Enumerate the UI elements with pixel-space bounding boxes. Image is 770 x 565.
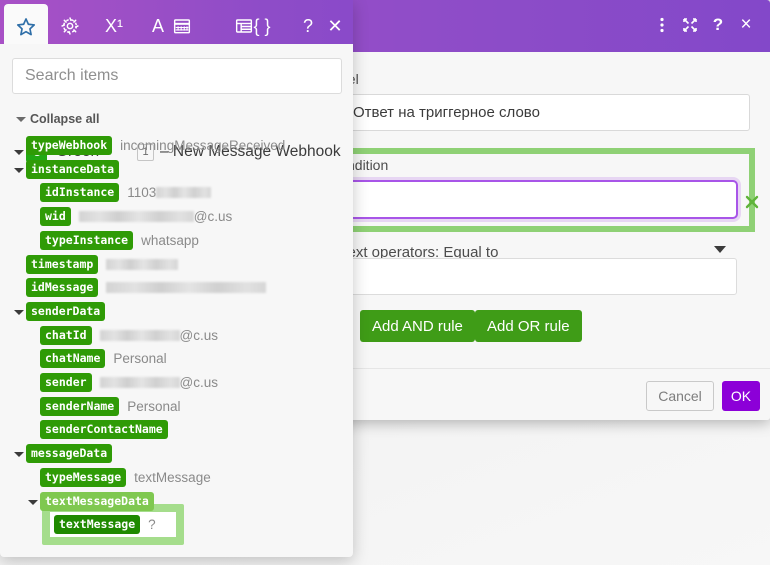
add-and-rule-button[interactable]: Add AND rule [360, 310, 475, 342]
tree-item-key[interactable]: chatName [40, 349, 105, 368]
condition-field-label: ndition [347, 157, 388, 173]
condition-value-input[interactable] [340, 258, 737, 295]
tree-item-key[interactable]: typeMessage [40, 468, 126, 487]
remove-condition-icon[interactable] [745, 195, 761, 211]
tree-item-key[interactable]: typeWebhook [26, 136, 112, 155]
tree-item[interactable]: idInstance 1103 [40, 183, 211, 202]
tab-close-picker[interactable]: ✕ [313, 4, 353, 48]
condition-input-wrap [346, 180, 738, 219]
item-tree: typeWebhook incomingMessageReceivedinstan… [0, 136, 353, 536]
tree-item[interactable]: sender @c.us [40, 373, 218, 392]
tree-item-key[interactable]: wid [40, 207, 71, 226]
condition-drop-zone[interactable]: ndition [335, 148, 755, 232]
tab-json[interactable]: { } [240, 4, 284, 48]
tree-item-value: textMessage [134, 470, 211, 485]
tree-item-key[interactable]: timestamp [26, 255, 98, 274]
tree-item-value-suffix: @c.us [180, 328, 218, 343]
tree-item-value-suffix: @c.us [180, 375, 218, 390]
tree-item-key[interactable]: typeInstance [40, 231, 133, 250]
tree-caret-icon[interactable] [14, 452, 24, 457]
kebab-menu-icon[interactable] [650, 14, 674, 38]
tree-item-value: whatsapp [141, 233, 199, 248]
tree-item-key[interactable]: idMessage [26, 278, 98, 297]
tree-item-key[interactable]: chatId [40, 326, 92, 345]
ok-button[interactable]: OK [722, 381, 760, 411]
tree-item-key[interactable]: sender [40, 373, 92, 392]
tree-item[interactable]: typeMessage textMessage [40, 468, 211, 487]
tree-item-value-suffix: @c.us [194, 209, 232, 224]
tree-item[interactable]: senderContactName [40, 420, 168, 439]
redacted-value [79, 211, 194, 222]
tree-item-key[interactable]: senderData [26, 302, 105, 321]
tree-item-value: Personal [113, 351, 166, 366]
tree-item[interactable]: chatName Personal [40, 349, 167, 368]
tree-item-value: Personal [127, 399, 180, 414]
tab-close-label: ✕ [313, 4, 353, 48]
tree-item[interactable]: textMessage? [54, 515, 156, 534]
add-or-rule-button[interactable]: Add OR rule [475, 310, 582, 342]
tree-item[interactable]: chatId @c.us [40, 326, 218, 345]
tab-formula[interactable]: X¹ [92, 4, 136, 48]
tree-item-key[interactable]: senderName [40, 397, 119, 416]
screen: t up a filter ? × bel ndition [0, 0, 770, 565]
search-input[interactable] [12, 58, 342, 94]
condition-input[interactable] [346, 180, 738, 219]
tree-item[interactable]: idMessage [26, 278, 266, 297]
tab-settings[interactable] [48, 4, 92, 48]
redacted-value [100, 330, 180, 341]
tree-item-key[interactable]: instanceData [26, 160, 119, 179]
tree-item-key[interactable]: idInstance [40, 183, 119, 202]
picker-tabbar: X¹ A [0, 0, 353, 48]
tab-date-calendar[interactable] [160, 4, 204, 48]
tree-item-key[interactable]: messageData [26, 444, 112, 463]
tree-item[interactable]: timestamp [26, 255, 178, 274]
redacted-value [156, 187, 211, 198]
tree-item-key[interactable]: textMessageData [40, 492, 154, 511]
help-icon[interactable]: ? [706, 14, 730, 38]
tree-item[interactable]: typeWebhook incomingMessageReceived [26, 136, 285, 155]
cancel-button[interactable]: Cancel [646, 381, 714, 411]
collapse-all-caret-icon [16, 117, 26, 122]
tree-item[interactable]: typeInstance whatsapp [40, 231, 199, 250]
tree-item[interactable]: wid @c.us [40, 207, 232, 226]
redacted-value [100, 377, 180, 388]
tree-item-key[interactable]: senderContactName [40, 420, 168, 439]
expand-icon[interactable] [678, 14, 702, 38]
redacted-value [106, 259, 178, 270]
tree-item[interactable]: textMessageData [40, 492, 154, 511]
collapse-all-button[interactable]: Collapse all [30, 112, 99, 126]
item-picker-panel: X¹ A [0, 0, 353, 557]
tab-json-label: { } [240, 4, 284, 48]
tree-item[interactable]: messageData [26, 444, 112, 463]
tree-caret-icon[interactable] [14, 168, 24, 173]
tab-favorites[interactable] [4, 4, 48, 48]
tree-item-key[interactable]: textMessage [54, 515, 140, 534]
tree-item-value: 1103 [127, 185, 156, 200]
tree-caret-icon[interactable] [28, 500, 38, 505]
label-input[interactable] [340, 94, 750, 131]
tree-item[interactable]: senderData [26, 302, 105, 321]
tree-item[interactable]: instanceData [26, 160, 119, 179]
tree-item-value: ? [148, 517, 156, 532]
tree-item[interactable]: senderName Personal [40, 397, 181, 416]
tree-item-value: incomingMessageReceived [120, 138, 285, 153]
redacted-value [106, 282, 266, 293]
close-icon[interactable]: × [734, 14, 758, 38]
tree-caret-icon[interactable] [14, 310, 24, 315]
tab-formula-label: X¹ [92, 4, 136, 48]
